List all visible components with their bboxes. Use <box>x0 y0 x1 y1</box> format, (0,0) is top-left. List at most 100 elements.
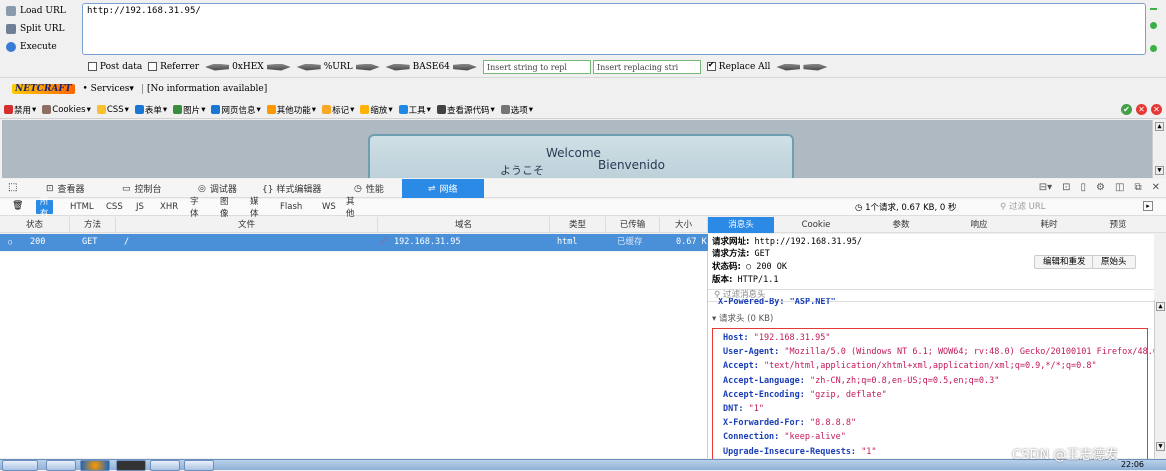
collapse-icon[interactable] <box>1150 8 1157 10</box>
filter-url-input[interactable]: ⚲ 过滤 URL <box>1000 200 1120 214</box>
responsive-icon[interactable]: ⊡ <box>1062 182 1070 193</box>
left-arrow-icon[interactable] <box>385 63 410 71</box>
webdev-menu-5[interactable]: 网页信息 ▾ <box>211 104 261 116</box>
url-encode-control[interactable]: %URL <box>296 62 380 72</box>
details-tab-4[interactable]: 耗时 <box>1014 217 1084 233</box>
insert-replacing-input[interactable]: Insert replacing stri <box>592 60 701 74</box>
filter-10[interactable]: 其他 <box>342 197 359 219</box>
services-menu[interactable]: • Services▾ <box>83 84 134 94</box>
webdev-menu-1[interactable]: Cookies ▾ <box>42 105 91 115</box>
filter-9[interactable]: WS <box>318 200 340 214</box>
close-icon[interactable]: ✕ <box>1152 182 1160 193</box>
error-icon[interactable]: ✕ <box>1151 104 1162 115</box>
taskbar-firefox-icon[interactable] <box>80 460 110 471</box>
tab-console[interactable]: ▭ 控制台 <box>112 179 172 198</box>
taskbar-explorer-icon[interactable] <box>46 460 76 471</box>
filter-2[interactable]: CSS <box>102 200 127 214</box>
webdev-menu-10[interactable]: 查看源代码 ▾ <box>436 104 495 116</box>
tab-style-editor[interactable]: {} 样式编辑器 <box>252 179 331 198</box>
details-tab-3[interactable]: 响应 <box>944 217 1014 233</box>
right-arrow-icon[interactable] <box>803 63 828 71</box>
dock-side-icon[interactable]: ◫ <box>1115 182 1124 193</box>
webdev-menu-label: 其他功能 <box>276 105 311 116</box>
filter-5[interactable]: 字体 <box>186 197 203 219</box>
split-console-icon[interactable]: ⊟▾ <box>1039 182 1052 193</box>
webdev-menu-4[interactable]: 图片 ▾ <box>173 104 205 116</box>
col-domain[interactable]: 域名 <box>378 217 550 233</box>
base64-control[interactable]: BASE64 <box>385 62 477 72</box>
replace-control[interactable] <box>776 63 828 71</box>
scroll-down-icon[interactable]: ▼ <box>1156 442 1165 451</box>
search-icon: ⚲ <box>1000 202 1007 212</box>
webdev-menu-2[interactable]: CSS ▾ <box>96 105 129 115</box>
details-tab-2[interactable]: 参数 <box>858 217 944 233</box>
execute-label: Execute <box>20 42 57 52</box>
execute-icon <box>6 42 16 52</box>
hex-encode-control[interactable]: 0xHEX <box>205 62 291 72</box>
screenshot-icon[interactable]: ▯ <box>1081 182 1087 193</box>
referrer-checkbox[interactable]: Referrer <box>148 62 199 72</box>
table-row[interactable]: ○ 200 GET / ／ 192.168.31.95 html 已缓存 0.6… <box>0 234 708 251</box>
post-data-checkbox[interactable]: Post data <box>88 62 142 72</box>
trash-icon[interactable]: 🗑 <box>12 201 23 211</box>
webdev-menu-11[interactable]: 选项 ▾ <box>500 104 533 116</box>
request-headers-toggle[interactable]: ▾ 请求头 (0 KB) <box>712 313 773 325</box>
webdev-menu-3[interactable]: 表单 ▾ <box>134 104 167 116</box>
split-url-button[interactable]: Split URL <box>6 21 82 37</box>
undock-icon[interactable]: ⧉ <box>1134 182 1141 193</box>
load-url-button[interactable]: Load URL <box>6 3 82 19</box>
page-scrollbar[interactable]: ▲ ▼ <box>1152 120 1166 178</box>
right-arrow-icon[interactable] <box>452 63 477 71</box>
error-icon[interactable]: ✕ <box>1136 104 1147 115</box>
right-arrow-icon[interactable] <box>355 63 380 71</box>
netcraft-logo[interactable]: NETCRAFT <box>12 84 75 94</box>
left-arrow-icon[interactable] <box>296 63 321 71</box>
execute-button[interactable]: Execute <box>6 39 82 55</box>
toggle-panel-icon[interactable]: ▸ <box>1143 201 1153 211</box>
filter-1[interactable]: HTML <box>66 200 98 214</box>
pick-element-icon[interactable]: ⬚ <box>8 182 17 193</box>
webdev-menu-8[interactable]: 缩放 ▾ <box>360 104 393 116</box>
filter-6[interactable]: 图像 <box>216 197 233 219</box>
scroll-up-icon[interactable]: ▲ <box>1156 302 1165 311</box>
col-status[interactable]: 状态 <box>0 217 70 233</box>
details-scrollbar[interactable]: ▲ ▼ <box>1154 300 1166 458</box>
edit-resend-button[interactable]: 编辑和重发 <box>1034 255 1095 269</box>
col-method[interactable]: 方法 <box>70 217 116 233</box>
settings-icon[interactable]: ⚙ <box>1096 182 1105 193</box>
webdev-menu-0[interactable]: 禁用 ▾ <box>4 104 36 116</box>
webdev-menu-7[interactable]: 标记 ▾ <box>322 104 354 116</box>
details-tabs: 消息头 Cookie 参数 响应 耗时 预览 <box>708 217 1166 233</box>
right-arrow-icon[interactable] <box>266 63 291 71</box>
filter-8[interactable]: Flash <box>276 200 306 214</box>
insert-string-input[interactable]: Insert string to repl <box>482 60 591 74</box>
raw-headers-button[interactable]: 原始头 <box>1092 255 1136 269</box>
col-transferred[interactable]: 已传输 <box>606 217 660 233</box>
filter-7[interactable]: 媒体 <box>246 197 263 219</box>
col-file[interactable]: 文件 <box>116 217 378 233</box>
replace-all-checkbox[interactable]: Replace All <box>706 60 770 72</box>
taskbar-app-icon[interactable] <box>184 460 214 471</box>
webdev-menu-9[interactable]: 工具 ▾ <box>398 104 431 116</box>
details-tab-0[interactable]: 消息头 <box>708 217 774 233</box>
taskbar-app-icon[interactable] <box>150 460 180 471</box>
left-arrow-icon[interactable] <box>205 63 230 71</box>
check-icon[interactable]: ✔ <box>1121 104 1132 115</box>
filter-3[interactable]: JS <box>132 200 148 214</box>
scroll-up-icon[interactable]: ▲ <box>1155 122 1164 131</box>
scroll-down-icon[interactable]: ▼ <box>1155 166 1164 175</box>
left-arrow-icon[interactable] <box>776 63 801 71</box>
start-button[interactable] <box>2 460 38 471</box>
col-type[interactable]: 类型 <box>550 217 606 233</box>
col-size[interactable]: 大小 <box>660 217 708 233</box>
filter-0[interactable]: 所有 <box>36 197 53 219</box>
header-key: Host: <box>723 333 749 343</box>
webdev-menu-6[interactable]: 其他功能 ▾ <box>266 104 316 116</box>
details-tab-1[interactable]: Cookie <box>774 217 858 233</box>
taskbar-terminal-icon[interactable] <box>116 460 146 471</box>
details-tab-5[interactable]: 预览 <box>1084 217 1152 233</box>
url-textarea[interactable]: http://192.168.31.95/ <box>82 3 1146 55</box>
filter-4[interactable]: XHR <box>156 200 182 214</box>
chevron-down-icon: ▾ <box>350 104 355 115</box>
tab-network[interactable]: ⇌ 网络 <box>402 179 484 198</box>
